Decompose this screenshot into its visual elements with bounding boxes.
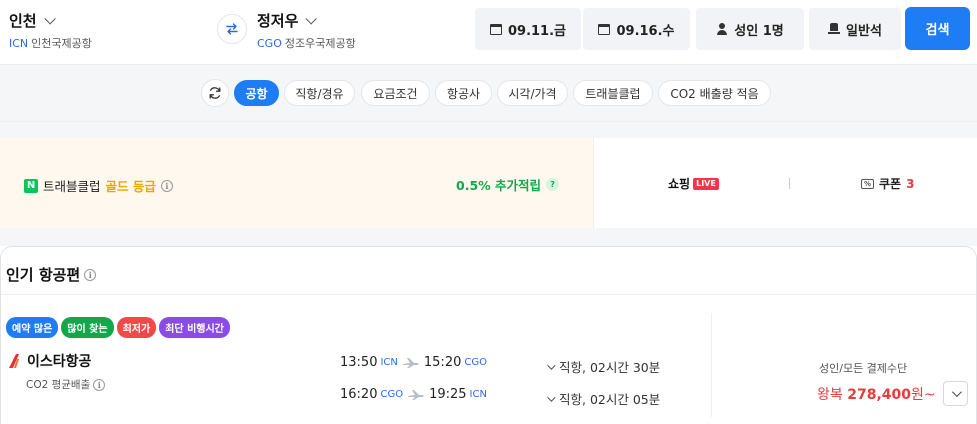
info-icon[interactable]: i <box>84 268 97 281</box>
passengers-label: 성인 1명 <box>734 23 784 39</box>
naver-logo-icon: N <box>24 178 38 193</box>
co2-info: CO2 평균배출 i <box>26 377 106 392</box>
shopping-live-link[interactable]: 쇼핑 LIVE <box>668 175 719 192</box>
outbound-leg: 13:50 ICN 15:20 CGO <box>340 355 487 370</box>
live-badge: LIVE <box>693 177 719 190</box>
coupon-icon: % <box>861 178 874 189</box>
calendar-icon <box>598 23 611 35</box>
origin-airport: 인천국제공항 <box>31 37 92 50</box>
dep-airport: CGO <box>380 389 404 400</box>
filter-chip-airport[interactable]: 공항 <box>234 80 279 106</box>
popular-flights-heading: 인기 항공편 <box>6 266 81 284</box>
arr-time: 19:25 <box>429 387 467 402</box>
return-leg: 16:20 CGO 19:25 ICN <box>340 387 487 402</box>
return-date: 09.16.수 <box>616 23 675 39</box>
destination-selector[interactable]: 정저우 CGO 정조우국제공항 <box>257 10 356 51</box>
travel-club-label: 트래블클럽 <box>43 179 101 194</box>
badge-shortest-time: 최단 비행시간 <box>159 317 230 338</box>
swap-icon <box>226 23 238 35</box>
airline-logo-icon <box>9 354 19 368</box>
price-suffix: 원~ <box>910 387 936 403</box>
filter-chip-fare[interactable]: 요금조건 <box>361 80 430 106</box>
coupon-count: 3 <box>906 176 915 191</box>
destination-airport: 정조우국제공항 <box>284 37 356 50</box>
chevron-down-icon <box>547 392 556 402</box>
arr-airport: ICN <box>469 389 487 400</box>
travel-club-banner[interactable]: N 트래블클럽 골드 등급 i 0.5% 추가적립 ? <box>0 138 593 228</box>
expand-flight-button[interactable] <box>943 381 968 406</box>
help-icon[interactable]: ? <box>546 178 560 191</box>
badge-most-booked: 예약 많은 <box>6 317 59 338</box>
section-gap <box>0 122 977 138</box>
plane-icon <box>402 357 419 368</box>
depart-date: 09.11.금 <box>507 23 567 39</box>
calendar-icon <box>489 23 502 35</box>
plane-icon <box>408 389 424 400</box>
airline-name: 이스타항공 <box>27 354 92 370</box>
refresh-icon <box>209 87 221 99</box>
cabin-class-button[interactable]: 일반석 <box>809 8 901 50</box>
person-icon <box>716 23 728 35</box>
dep-time: 16:20 <box>340 387 378 402</box>
return-leg-info[interactable]: 직항, 02시간 05분 <box>547 389 660 408</box>
search-button[interactable]: 검색 <box>905 7 970 50</box>
travel-club-grade: 골드 등급 <box>105 179 156 194</box>
price-value: 278,400 <box>847 387 911 403</box>
popular-flights-title: 인기 항공편 i <box>6 264 97 285</box>
chevron-down-icon <box>44 12 56 25</box>
destination-city: 정저우 <box>257 12 299 30</box>
co2-label: CO2 평균배출 <box>26 379 91 391</box>
divider <box>711 313 712 417</box>
coupon-link[interactable]: % 쿠폰 3 <box>861 175 914 192</box>
search-header: 인천 ICN 인천국제공항 정저우 CGO 정조우국제공항 09.11.금 09.1… <box>0 0 977 64</box>
depart-date-button[interactable]: 09.11.금 <box>475 8 581 50</box>
travel-club-title: N 트래블클럽 골드 등급 i <box>24 176 173 195</box>
destination-code: CGO <box>257 37 282 50</box>
divider <box>789 178 790 189</box>
shopping-label: 쇼핑 <box>668 177 691 191</box>
round-trip-price[interactable]: 왕복 278,400원~ <box>817 384 936 404</box>
price-prefix: 왕복 <box>817 387 843 403</box>
payment-label: 성인/모든 결제수단 <box>819 362 908 375</box>
return-date-button[interactable]: 09.16.수 <box>583 8 690 50</box>
arr-airport: CGO <box>464 357 487 368</box>
swap-route-button[interactable] <box>217 14 247 44</box>
airline: 이스타항공 <box>9 351 91 371</box>
arr-time: 15:20 <box>423 355 462 370</box>
coupon-label: 쿠폰 <box>879 177 902 191</box>
dep-airport: ICN <box>380 357 398 368</box>
chevron-down-icon <box>305 12 318 25</box>
shopping-coupon-panel: 쇼핑 LIVE % 쿠폰 3 <box>593 138 977 228</box>
origin-code: ICN <box>9 37 29 50</box>
chevron-down-icon <box>951 387 962 398</box>
reset-filters-button[interactable] <box>201 79 229 107</box>
origin-city: 인천 <box>9 12 37 30</box>
filter-bar: 공항 직항/경유 요금조건 항공사 시각/가격 트래블클럽 CO2 배출량 적음 <box>0 64 977 122</box>
leg-duration: 직항, 02시간 30분 <box>559 360 661 375</box>
cabin-label: 일반석 <box>846 23 882 39</box>
section-gap <box>0 228 977 246</box>
leg-duration: 직항, 02시간 05분 <box>559 392 661 407</box>
divider <box>1 294 976 295</box>
badge-most-searched: 많이 찾는 <box>61 317 114 338</box>
filter-chip-travel-club[interactable]: 트래블클럽 <box>573 80 653 106</box>
info-icon[interactable]: i <box>93 378 106 391</box>
outbound-leg-info[interactable]: 직항, 02시간 30분 <box>547 357 660 376</box>
filter-chip-time-price[interactable]: 시각/가격 <box>497 80 568 106</box>
filter-chip-co2[interactable]: CO2 배출량 적음 <box>658 80 771 106</box>
filter-chip-direct[interactable]: 직항/경유 <box>284 80 355 106</box>
origin-selector[interactable]: 인천 ICN 인천국제공항 <box>9 10 92 51</box>
info-icon[interactable]: i <box>160 179 173 192</box>
badge-lowest-price: 최저가 <box>116 317 157 338</box>
chevron-down-icon <box>547 360 556 370</box>
extra-point-text: 0.5% 추가적립 <box>456 178 542 193</box>
extra-point: 0.5% 추가적립 ? <box>456 175 560 194</box>
dep-time: 13:50 <box>340 355 378 370</box>
passengers-button[interactable]: 성인 1명 <box>696 8 804 50</box>
seat-icon <box>828 23 841 35</box>
filter-chip-airline[interactable]: 항공사 <box>435 80 492 106</box>
popular-flights-card: 인기 항공편 i 예약 많은 많이 찾는 최저가 최단 비행시간 이스타항공 C… <box>0 246 977 424</box>
flight-badges: 예약 많은 많이 찾는 최저가 최단 비행시간 <box>6 317 230 338</box>
